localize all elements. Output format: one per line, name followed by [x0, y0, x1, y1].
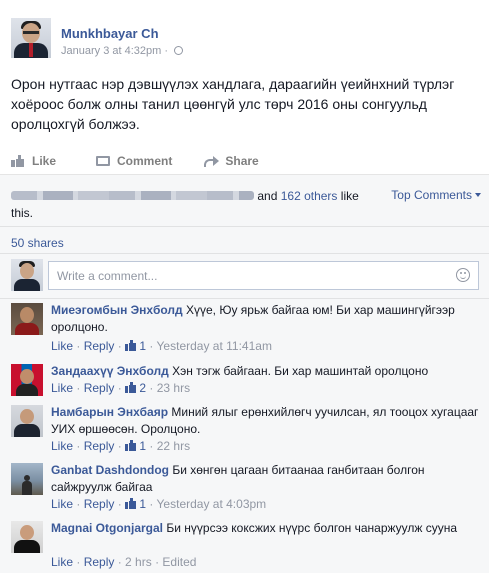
- divider: [0, 298, 489, 299]
- comment-reply-link[interactable]: Reply: [84, 555, 115, 569]
- comment-text: Хэн тэгж байгаан. Би хар машинтай оролцо…: [172, 364, 429, 378]
- comment-like-link[interactable]: Like: [51, 381, 73, 395]
- comment-meta: Like · Reply · 2 · 23 hrs: [51, 381, 191, 395]
- comment-label: Comment: [117, 154, 173, 168]
- divider: [0, 226, 489, 227]
- thumbs-up-icon: [125, 382, 137, 393]
- comment-body: Ganbat Dashdondog Би хөнгөн цагаан битаа…: [51, 462, 479, 496]
- likes-summary: and 162 others like this.: [11, 188, 361, 222]
- post-text: Орон нутгаас нэр дэвшүүлэх хандлага, дар…: [11, 76, 455, 132]
- comment-time[interactable]: Yesterday at 11:41am: [157, 339, 272, 353]
- comment-like-link[interactable]: Like: [51, 339, 73, 353]
- caret-down-icon: [475, 193, 481, 197]
- share-button[interactable]: Share: [204, 154, 259, 168]
- comment-edited-label[interactable]: Edited: [162, 555, 196, 569]
- comment-time[interactable]: 22 hrs: [157, 439, 190, 453]
- like-label: Like: [32, 154, 57, 168]
- commenter-name[interactable]: Миеэгомбын Энхболд: [51, 303, 183, 317]
- comment-body: Magnai Otgonjargal Би нүүрсээ коксжих нү…: [51, 520, 479, 537]
- share-arrow-icon: [204, 155, 220, 167]
- post-author-name[interactable]: Munkhbayar Ch: [61, 26, 159, 41]
- thumbs-up-icon: [125, 440, 137, 451]
- comment-meta: Like · Reply · 1 · Yesterday at 4:03pm: [51, 497, 267, 511]
- post-meta: January 3 at 4:32pm ·: [61, 45, 184, 57]
- post-card: Munkhbayar Ch January 3 at 4:32pm · Орон…: [0, 0, 489, 174]
- emoji-icon[interactable]: [456, 268, 470, 282]
- commenter-name[interactable]: Зандаахүү Энхболд: [51, 364, 169, 378]
- comment-like-count[interactable]: 1: [139, 439, 146, 453]
- commenter-avatar[interactable]: [11, 463, 43, 495]
- post-timestamp[interactable]: January 3 at 4:32pm: [61, 45, 161, 57]
- top-comments-dropdown[interactable]: Top Comments: [391, 188, 481, 202]
- comment-body: Намбарын Энхбаяр Миний ялыг ерөнхийлөгч …: [51, 404, 479, 438]
- others-count-link[interactable]: 162 others: [281, 189, 338, 203]
- comment-like-count[interactable]: 1: [139, 339, 146, 353]
- comment-reply-link[interactable]: Reply: [84, 339, 115, 353]
- comment-input[interactable]: Write a comment...: [48, 261, 479, 290]
- comment-time[interactable]: Yesterday at 4:03pm: [157, 497, 267, 511]
- comment-reply-link[interactable]: Reply: [84, 439, 115, 453]
- comment-time[interactable]: 23 hrs: [157, 381, 190, 395]
- blurred-names[interactable]: [11, 191, 254, 200]
- comment-bubble-icon: [96, 156, 111, 166]
- commenter-avatar[interactable]: [11, 303, 43, 335]
- comment-meta: Like · Reply · 1 · 22 hrs: [51, 439, 191, 453]
- comment-button[interactable]: Comment: [96, 154, 172, 168]
- thumbs-up-icon: [11, 155, 25, 167]
- commenter-avatar[interactable]: [11, 364, 43, 396]
- post-actions: Like Comment Share: [11, 152, 281, 170]
- like-button[interactable]: Like: [11, 154, 56, 168]
- my-avatar: [11, 259, 43, 291]
- comment-text: Би нүүрсээ коксжих нүүрс болгон чанаржуу…: [166, 521, 458, 535]
- shares-link[interactable]: 50 shares: [11, 236, 64, 250]
- commenter-name[interactable]: Magnai Otgonjargal: [51, 521, 163, 535]
- commenter-avatar[interactable]: [11, 405, 43, 437]
- globe-icon[interactable]: [174, 46, 184, 55]
- top-comments-label: Top Comments: [391, 188, 472, 202]
- author-avatar[interactable]: [11, 18, 51, 58]
- commenter-name[interactable]: Намбарын Энхбаяр: [51, 405, 168, 419]
- comment-like-count[interactable]: 2: [139, 381, 146, 395]
- comment-like-link[interactable]: Like: [51, 555, 73, 569]
- comment-like-link[interactable]: Like: [51, 497, 73, 511]
- comment-body: Миеэгомбын Энхболд Хүүе, Юу ярьж байгаа …: [51, 302, 479, 336]
- comment-body: Зандаахүү Энхболд Хэн тэгж байгаан. Би х…: [51, 363, 479, 380]
- comment-reply-link[interactable]: Reply: [84, 381, 115, 395]
- likes-and: and: [257, 189, 278, 203]
- meta-separator: ·: [164, 45, 169, 57]
- comment-time[interactable]: 2 hrs: [125, 555, 152, 569]
- share-label: Share: [225, 154, 259, 168]
- comment-meta: Like · Reply · 2 hrs · Edited: [51, 555, 197, 569]
- comment-like-count[interactable]: 1: [139, 497, 146, 511]
- comment-reply-link[interactable]: Reply: [84, 497, 115, 511]
- divider: [0, 253, 489, 254]
- comment-like-link[interactable]: Like: [51, 439, 73, 453]
- comment-meta: Like · Reply · 1 · Yesterday at 11:41am: [51, 339, 272, 353]
- thumbs-up-icon: [125, 340, 137, 351]
- feedback-section: and 162 others like this. Top Comments 5…: [0, 174, 489, 573]
- thumbs-up-icon: [125, 498, 137, 509]
- comment-placeholder: Write a comment...: [57, 269, 158, 283]
- commenter-name[interactable]: Ganbat Dashdondog: [51, 463, 169, 477]
- commenter-avatar[interactable]: [11, 521, 43, 553]
